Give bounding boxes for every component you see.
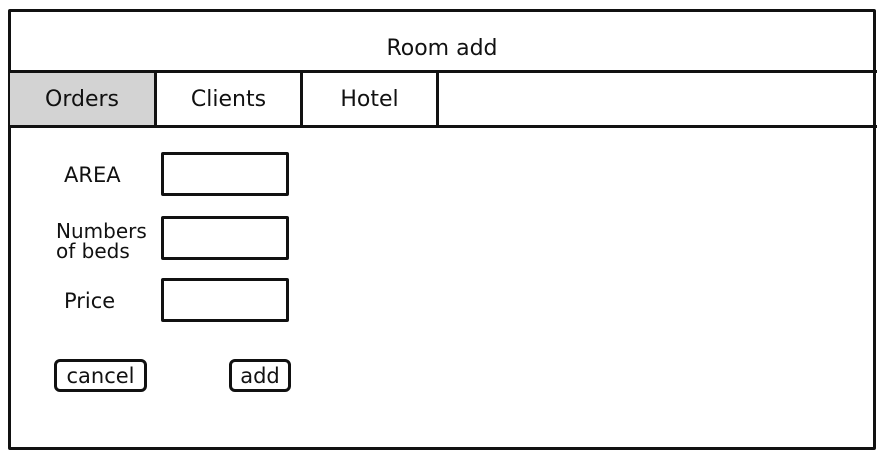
beds-label-line1: Numbers — [56, 219, 147, 243]
beds-input[interactable] — [161, 216, 289, 260]
tab-bar-empty-space — [439, 73, 877, 125]
tab-clients[interactable]: Clients — [157, 73, 303, 125]
beds-label: Numbers of beds — [56, 221, 147, 261]
window-title: Room add — [386, 36, 498, 61]
area-input[interactable] — [161, 152, 289, 196]
beds-label-line2: of beds — [56, 239, 130, 263]
room-add-window: Room add Orders Clients Hotel AREA Numbe… — [8, 9, 877, 450]
tab-bar: Orders Clients Hotel — [10, 70, 877, 128]
area-label: AREA — [64, 163, 121, 187]
tab-orders[interactable]: Orders — [10, 73, 157, 125]
price-label: Price — [64, 289, 116, 313]
add-button[interactable]: add — [229, 359, 291, 392]
tab-hotel[interactable]: Hotel — [303, 73, 439, 125]
price-input[interactable] — [161, 278, 289, 322]
cancel-button[interactable]: cancel — [54, 359, 147, 392]
